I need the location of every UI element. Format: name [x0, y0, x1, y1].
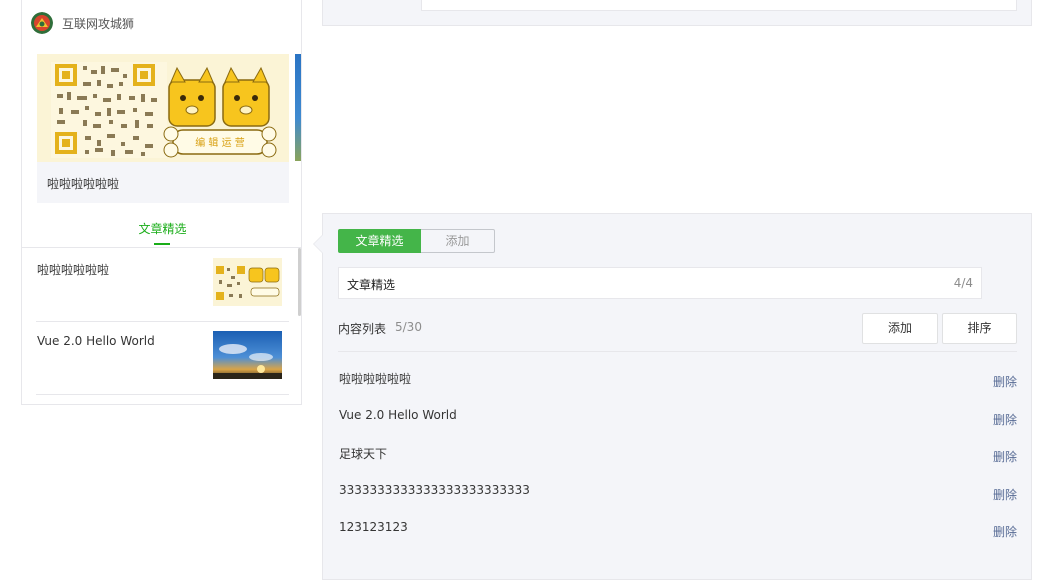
content-item-title: Vue 2.0 Hello World: [339, 407, 457, 422]
sort-button[interactable]: 排序: [942, 313, 1017, 344]
list-item[interactable]: 啦啦啦啦啦啦: [36, 249, 289, 322]
title-input[interactable]: 文章精选 4/4: [338, 267, 982, 299]
banner-image: 编 辑 运 营: [37, 54, 289, 162]
table-row: 3333333333333333333333333 删除: [338, 472, 1017, 510]
article-title: Vue 2.0 Hello World: [37, 334, 155, 348]
banner-card[interactable]: 编 辑 运 营 啦啦啦啦啦啦: [37, 54, 289, 203]
sunset-thumb: [213, 331, 282, 379]
content-item-title: 3333333333333333333333333: [339, 482, 530, 497]
list-item[interactable]: Vue 2.0 Hello World: [36, 322, 289, 395]
delete-link[interactable]: 删除: [993, 373, 1017, 390]
account-header: 互联网攻城狮: [31, 12, 134, 34]
menu-editor-panel: 文章精选 添加 文章精选 4/4 内容列表 5/30 添加 排序 啦啦啦啦啦啦 …: [313, 213, 1032, 580]
previous-input-field[interactable]: [421, 0, 1017, 11]
segment-add[interactable]: 添加: [421, 229, 495, 253]
content-list: 啦啦啦啦啦啦 删除 Vue 2.0 Hello World 删除 足球天下 删除…: [338, 359, 1017, 547]
table-row: 啦啦啦啦啦啦 删除: [338, 359, 1017, 397]
account-name: 互联网攻城狮: [62, 16, 135, 31]
type-switch: 文章精选 添加: [338, 229, 495, 253]
qr-dog-thumb: [213, 258, 282, 306]
title-input-value: 文章精选: [347, 278, 396, 292]
content-item-title: 123123123: [339, 520, 408, 535]
delete-link[interactable]: 删除: [993, 411, 1017, 428]
content-list-count: 5/30: [395, 320, 422, 334]
banner-next-peek: [295, 54, 301, 161]
preview-article-list: 啦啦啦啦啦啦 Vue 2.0 Hello World: [22, 249, 301, 395]
content-list-label: 内容列表: [338, 322, 387, 336]
segment-article-selection[interactable]: 文章精选: [338, 229, 421, 253]
delete-link[interactable]: 删除: [993, 448, 1017, 465]
divider: [338, 351, 1017, 352]
account-avatar: [31, 12, 53, 34]
content-item-title: 足球天下: [339, 447, 388, 462]
table-row: Vue 2.0 Hello World 删除: [338, 397, 1017, 435]
panel-pointer-fill: [314, 234, 324, 254]
delete-link[interactable]: 删除: [993, 486, 1017, 503]
tab-article-selection[interactable]: 文章精选: [22, 220, 301, 237]
previous-editor-panel: [322, 0, 1032, 26]
preview-scrollbar[interactable]: [298, 248, 301, 316]
table-row: 123123123 删除: [338, 509, 1017, 547]
delete-link[interactable]: 删除: [993, 523, 1017, 540]
title-char-counter: 4/4: [953, 276, 973, 290]
banner-badge-text: 编 辑 运 营: [195, 136, 245, 149]
add-button[interactable]: 添加: [862, 313, 938, 344]
preview-tabbar: 文章精选: [22, 214, 301, 248]
content-item-title: 啦啦啦啦啦啦: [339, 372, 412, 386]
tab-underline: [154, 243, 170, 245]
phone-preview: 互联网攻城狮 编 辑 运 营 啦啦啦啦啦啦 文章精选 啦啦啦啦啦啦 Vue 2.…: [21, 0, 302, 405]
article-title: 啦啦啦啦啦啦: [37, 263, 110, 277]
table-row: 足球天下 删除: [338, 434, 1017, 472]
banner-caption: 啦啦啦啦啦啦: [47, 177, 120, 191]
